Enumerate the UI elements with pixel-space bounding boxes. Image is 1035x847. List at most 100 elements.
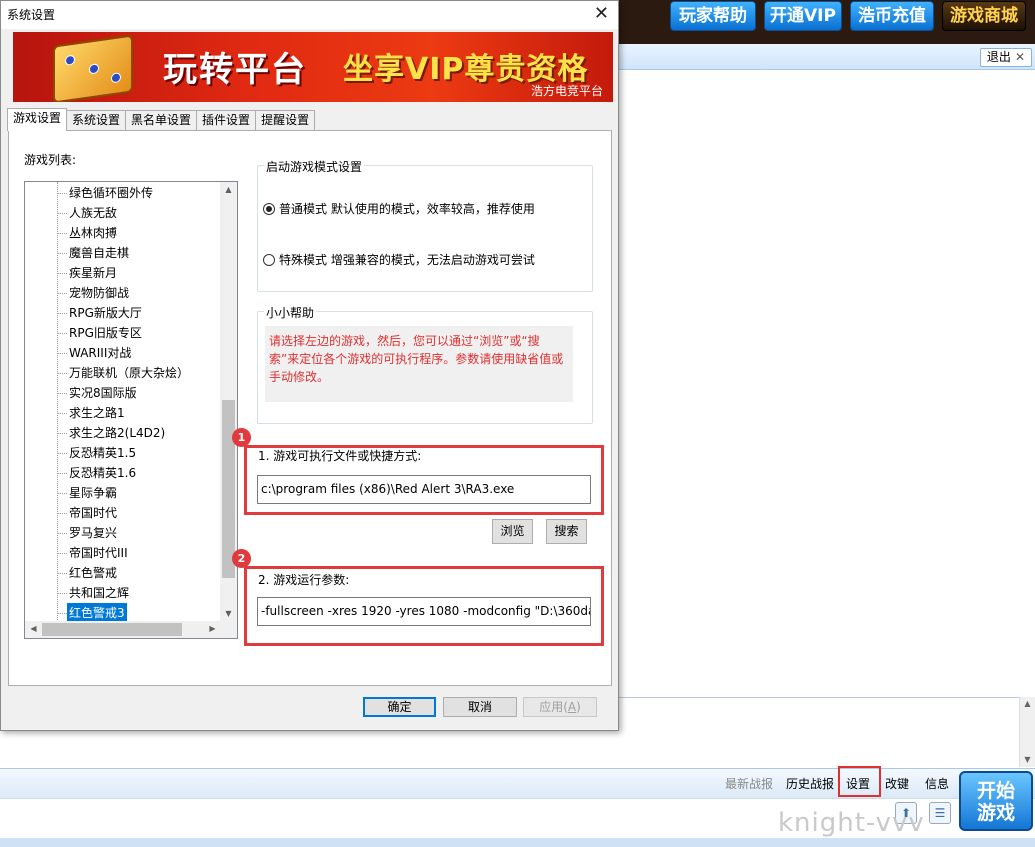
game-list-item[interactable]: 丛林肉搏 <box>69 223 117 243</box>
apply-button[interactable]: 应用(A) <box>523 697 597 717</box>
game-list-item[interactable]: 帝国时代 <box>69 503 117 523</box>
tab-system-settings[interactable]: 系统设置 <box>66 110 127 130</box>
scroll-corner <box>220 621 237 638</box>
params-label: 2. 游戏运行参数: <box>258 573 350 587</box>
exit-label: 退出 <box>986 50 1011 64</box>
tree-connector-tick <box>57 433 67 434</box>
game-list-label: 游戏列表: <box>24 153 77 167</box>
tab-strip: 游戏设置 系统设置 黑名单设置 插件设置 提醒设置 <box>7 108 316 131</box>
app-toolbar: 退出 ✕ <box>618 44 1035 70</box>
chevron-up-icon[interactable]: ▲ <box>220 182 237 198</box>
scroll-up-icon[interactable]: ▲ <box>1020 697 1035 711</box>
chat-scrollbar[interactable]: ▲ ▼ <box>1019 697 1035 767</box>
latest-report-link[interactable]: 最新战报 <box>725 775 773 792</box>
game-list-item[interactable]: 人族无敌 <box>69 203 117 223</box>
chevron-right-icon[interactable]: ▶ <box>204 621 221 637</box>
player-help-button[interactable]: 玩家帮助 <box>670 1 756 31</box>
tab-blacklist-settings[interactable]: 黑名单设置 <box>125 110 198 130</box>
banner-brand: 玩转平台 <box>163 50 307 90</box>
close-icon[interactable]: ✕ <box>594 4 609 24</box>
tree-connector-tick <box>57 273 67 274</box>
launch-mode-group: 启动游戏模式设置 普通模式 默认使用的模式，效率较高，推荐使用 特殊模式 增强兼… <box>257 158 593 292</box>
chat-bubble-icon[interactable]: ☰ <box>929 802 951 824</box>
game-list-item[interactable]: 星际争霸 <box>69 483 117 503</box>
game-list-item[interactable]: 反恐精英1.5 <box>69 443 136 463</box>
game-mall-button[interactable]: 游戏商城 <box>942 1 1026 31</box>
settings-dialog: 系统设置 ✕ 玩转平台 坐享VIP尊贵资格 浩方电竞平台 游戏设置 系统设置 黑… <box>0 0 619 731</box>
special-mode-label: 特殊模式 增强兼容的模式，无法启动游戏可尝试 <box>279 253 535 267</box>
radio-button-unchecked[interactable] <box>263 253 275 266</box>
game-list-item[interactable]: 魔兽自走棋 <box>69 243 129 263</box>
scroll-down-icon[interactable]: ▼ <box>1020 753 1035 767</box>
tree-connector-tick <box>57 573 67 574</box>
chevron-left-icon[interactable]: ◀ <box>25 621 42 637</box>
radio-button-checked[interactable] <box>263 202 275 215</box>
app-main-area <box>618 70 1035 697</box>
game-list-item[interactable]: 求生之路1 <box>69 403 125 423</box>
tree-connector-tick <box>57 213 67 214</box>
hscroll-thumb[interactable] <box>42 623 182 636</box>
game-list[interactable]: 绿色循环圈外传 人族无敌 丛林肉搏 魔兽自走棋 疾星新月 宠物防御战 RPG新版大厅 RPG旧… <box>24 181 238 639</box>
tree-connector-tick <box>57 333 67 334</box>
info-link[interactable]: 信息 <box>925 775 949 792</box>
help-text: 请选择左边的游戏，然后，您可以通过“浏览”或“搜索”来定位各个游戏的可执行程序。… <box>265 326 573 402</box>
dialog-title: 系统设置 <box>7 8 56 22</box>
close-icon: ✕ <box>1014 50 1025 64</box>
step-badge-2: 2 <box>232 549 251 568</box>
step-badge-1: 1 <box>232 428 251 447</box>
dialog-titlebar[interactable]: 系统设置 ✕ <box>1 1 618 29</box>
start-game-button[interactable]: 开始 游戏 <box>959 771 1033 831</box>
game-list-item[interactable]: 绿色循环圈外传 <box>69 183 153 203</box>
game-list-item[interactable]: 实况8国际版 <box>69 383 137 403</box>
recharge-button[interactable]: 浩币充值 <box>850 1 934 31</box>
exe-path-input[interactable]: c:\program files (x86)\Red Alert 3\RA3.e… <box>257 475 591 504</box>
tree-connector-tick <box>57 613 67 614</box>
game-list-item[interactable]: 共和国之辉 <box>69 583 129 603</box>
start-line-2: 游戏 <box>976 802 1015 824</box>
tab-reminder-settings[interactable]: 提醒设置 <box>255 110 316 130</box>
tab-plugin-settings[interactable]: 插件设置 <box>196 110 257 130</box>
dice-dot <box>111 72 121 84</box>
game-list-item[interactable]: 万能联机（原大杂烩） <box>69 363 189 383</box>
game-list-item[interactable]: 红色警戒3 <box>67 603 127 623</box>
open-vip-button[interactable]: 开通VIP <box>764 1 842 31</box>
radio-special-mode[interactable]: 特殊模式 增强兼容的模式，无法启动游戏可尝试 <box>263 251 535 268</box>
browse-button[interactable]: 浏览 <box>492 519 533 544</box>
game-list-item[interactable]: 红色警戒 <box>69 563 117 583</box>
exit-button[interactable]: 退出 ✕ <box>979 48 1032 67</box>
radio-normal-mode[interactable]: 普通模式 默认使用的模式，效率较高，推荐使用 <box>263 200 535 217</box>
settings-highlight-box <box>838 766 881 797</box>
game-list-hscroll[interactable]: ◀ ▶ <box>25 621 221 638</box>
launch-mode-title: 启动游戏模式设置 <box>264 158 365 175</box>
search-button[interactable]: 搜索 <box>546 519 587 544</box>
params-input[interactable]: -fullscreen -xres 1920 -yres 1080 -modco… <box>257 597 591 626</box>
bottom-edge <box>0 838 1035 847</box>
tree-connector-tick <box>57 253 67 254</box>
game-list-item[interactable]: 疾星新月 <box>69 263 117 283</box>
game-list-item[interactable]: 帝国时代III <box>69 543 128 563</box>
tree-connector-tick <box>57 473 67 474</box>
chevron-down-icon[interactable]: ▼ <box>220 606 237 622</box>
tree-connector-tick <box>57 533 67 534</box>
game-list-item[interactable]: RPG新版大厅 <box>69 303 142 323</box>
game-settings-panel: 游戏列表: 绿色循环圈外传 人族无敌 丛林肉搏 魔兽自走棋 疾星新月 宠物防御战 RPG新版… <box>8 130 612 686</box>
banner-platform: 浩方电竞平台 <box>530 84 603 98</box>
game-list-item[interactable]: 罗马复兴 <box>69 523 117 543</box>
tab-game-settings[interactable]: 游戏设置 <box>7 108 68 131</box>
game-list-item[interactable]: RPG旧版专区 <box>69 323 142 343</box>
game-list-item[interactable]: 反恐精英1.6 <box>69 463 136 483</box>
history-report-link[interactable]: 历史战报 <box>786 775 834 792</box>
change-keys-link[interactable]: 改键 <box>885 775 909 792</box>
chat-area[interactable] <box>618 697 1035 769</box>
ok-button[interactable]: 确定 <box>363 697 436 717</box>
vscroll-thumb[interactable] <box>222 400 235 578</box>
dice-dot <box>89 63 99 75</box>
tree-connector-tick <box>57 353 67 354</box>
tree-connector-tick <box>57 393 67 394</box>
cancel-button[interactable]: 取消 <box>443 697 517 717</box>
game-list-item[interactable]: 求生之路2(L4D2) <box>69 423 165 443</box>
tree-connector-tick <box>57 453 67 454</box>
game-list-item[interactable]: WARIII对战 <box>69 343 131 363</box>
tree-connector-tick <box>57 373 67 374</box>
game-list-item[interactable]: 宠物防御战 <box>69 283 129 303</box>
